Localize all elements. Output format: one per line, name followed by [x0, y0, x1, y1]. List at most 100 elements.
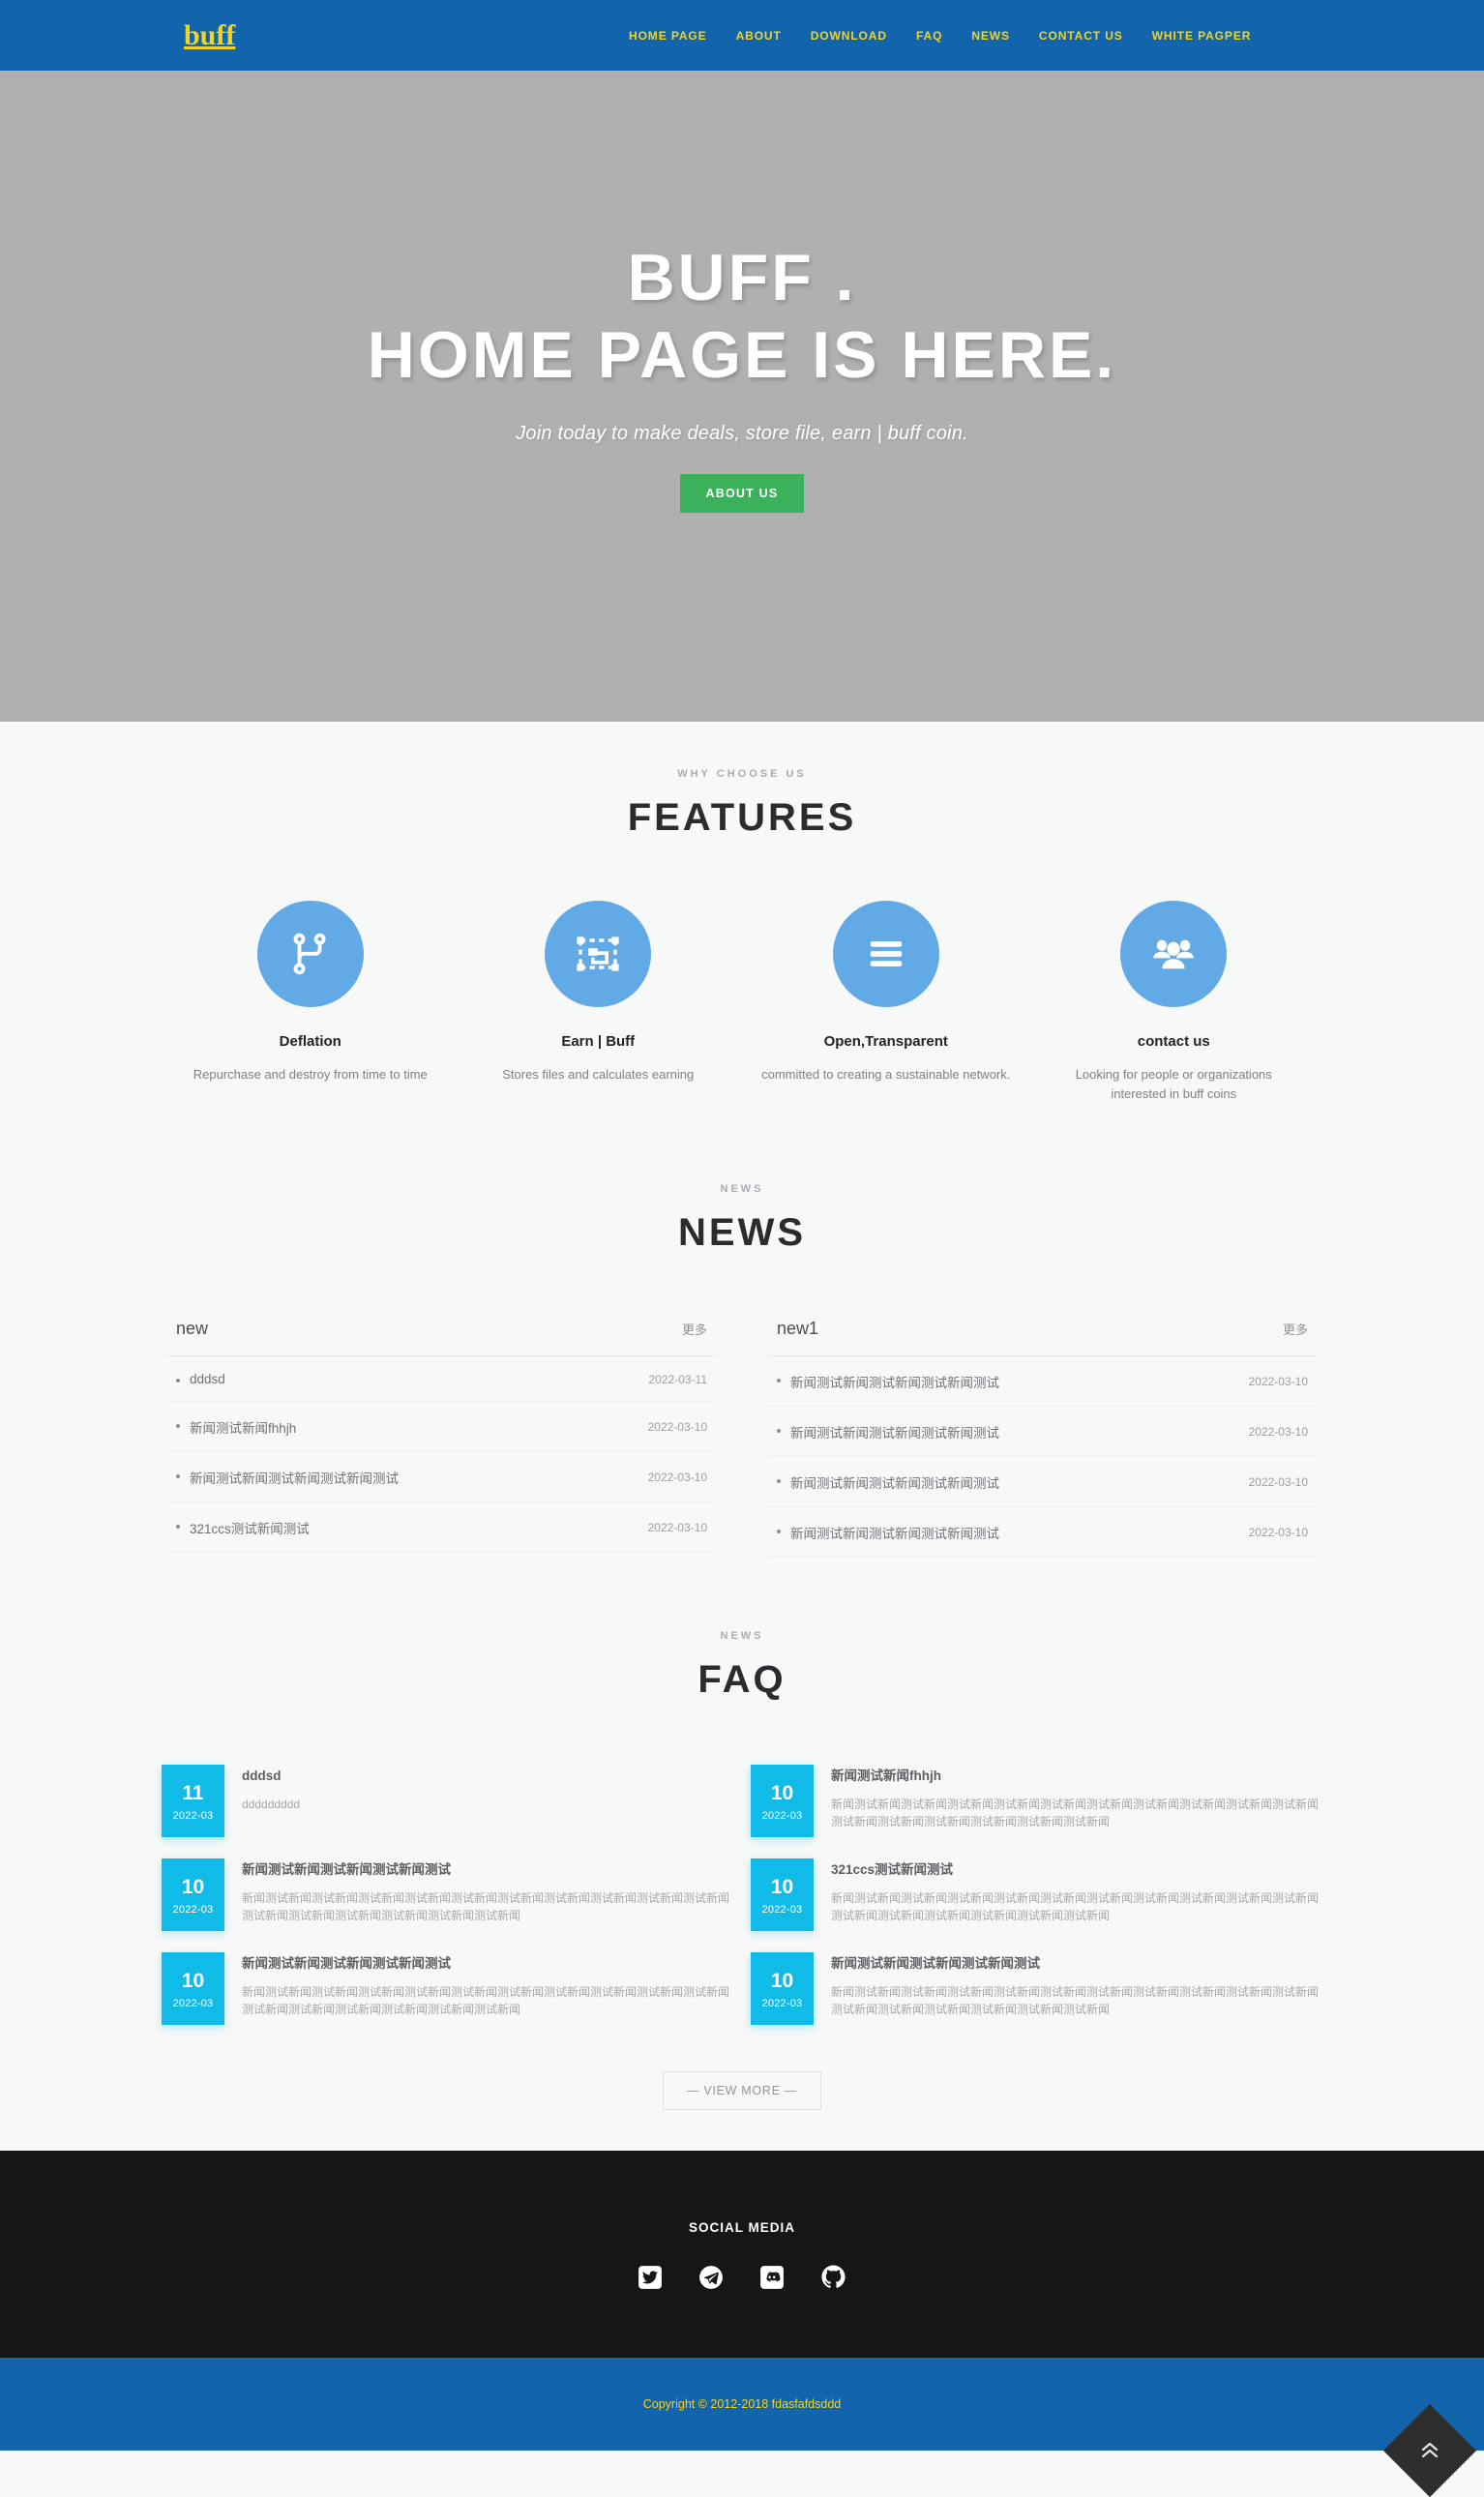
faq-card[interactable]: 10 2022-03 321ccs测试新闻测试 新闻测试新闻测试新闻测试新闻测试…	[751, 1858, 1322, 1932]
faq-date-month: 2022-03	[172, 1997, 214, 2009]
faq-card[interactable]: 10 2022-03 新闻测试新闻fhhjh 新闻测试新闻测试新闻测试新闻测试新…	[751, 1765, 1322, 1838]
feature-desc: Looking for people or organizations inte…	[1075, 1067, 1272, 1102]
feature-card-deflation[interactable]: Deflation Repurchase and destroy from ti…	[166, 901, 455, 1104]
features-list: Deflation Repurchase and destroy from ti…	[166, 901, 1318, 1104]
nav-link-about[interactable]: ABOUT	[722, 29, 796, 43]
faq-card-body: 新闻测试新闻测试新闻测试新闻测试 新闻测试新闻测试新闻测试新闻测试新闻测试新闻测…	[831, 1952, 1322, 2025]
nav-item-download[interactable]: DOWNLOAD	[796, 29, 902, 43]
social-links	[0, 2264, 1484, 2290]
twitter-icon[interactable]	[638, 2265, 663, 2290]
news-list-item[interactable]: 新闻测试新闻测试新闻测试新闻测试 2022-03-10	[767, 1507, 1318, 1559]
news-column-new: new 更多 dddsd 2022-03-11 新闻测试新闻fhhjh 2022…	[166, 1319, 717, 1558]
faq-card-desc: 新闻测试新闻测试新闻测试新闻测试新闻测试新闻测试新闻测试新闻测试新闻测试新闻测试…	[831, 1890, 1320, 1923]
faq-card[interactable]: 11 2022-03 dddsd ddddddddd	[162, 1765, 733, 1838]
copyright-bar: Copyright © 2012-2018 fdasfafdsddd	[0, 2358, 1484, 2497]
faq-card-desc: 新闻测试新闻测试新闻测试新闻测试新闻测试新闻测试新闻测试新闻测试新闻测试新闻测试…	[831, 1797, 1320, 1829]
faq-date-month: 2022-03	[761, 1903, 803, 1916]
brand-logo[interactable]: buff	[184, 20, 235, 50]
code-branch-icon	[256, 901, 364, 1007]
news-item-date: 2022-03-10	[647, 1521, 707, 1535]
feature-title: Deflation	[279, 1033, 341, 1050]
nav-link-white-pagper[interactable]: WHITE PAGPER	[1138, 29, 1266, 43]
feature-desc: committed to creating a sustainable netw…	[761, 1067, 1011, 1082]
news-item-text: 321ccs测试新闻测试	[176, 1518, 310, 1537]
news-more-link[interactable]: 更多	[682, 1320, 707, 1338]
site-footer: SOCIAL MEDIA	[0, 2151, 1484, 2359]
news-list-item[interactable]: 新闻测试新闻测试新闻测试新闻测试 2022-03-10	[767, 1407, 1318, 1458]
nav-item-news[interactable]: NEWS	[957, 29, 1024, 43]
news-list-item[interactable]: 321ccs测试新闻测试 2022-03-10	[166, 1502, 717, 1554]
faq-card-desc: 新闻测试新闻测试新闻测试新闻测试新闻测试新闻测试新闻测试新闻测试新闻测试新闻测试…	[242, 1890, 730, 1923]
nav-item-about[interactable]: ABOUT	[722, 29, 796, 43]
faq-card[interactable]: 10 2022-03 新闻测试新闻测试新闻测试新闻测试 新闻测试新闻测试新闻测试…	[751, 1952, 1322, 2026]
faq-eyebrow: NEWS	[720, 1630, 764, 1643]
feature-card-open-transparent[interactable]: Open,Transparent committed to creating a…	[742, 901, 1030, 1104]
news-item-date: 2022-03-10	[1248, 1475, 1308, 1490]
faq-date-day: 10	[181, 1969, 205, 1992]
faq-card[interactable]: 10 2022-03 新闻测试新闻测试新闻测试新闻测试 新闻测试新闻测试新闻测试…	[162, 1952, 733, 2026]
faq-card-title: 321ccs测试新闻测试	[831, 1862, 954, 1878]
faq-card-body: dddsd ddddddddd	[242, 1765, 733, 1837]
faq-card-body: 新闻测试新闻fhhjh 新闻测试新闻测试新闻测试新闻测试新闻测试新闻测试新闻测试…	[831, 1765, 1322, 1837]
nav-link-news[interactable]: NEWS	[957, 29, 1024, 43]
news-item-text: 新闻测试新闻测试新闻测试新闻测试	[777, 1523, 999, 1542]
news-list-item[interactable]: 新闻测试新闻测试新闻测试新闻测试 2022-03-10	[767, 1356, 1318, 1408]
news-item-date: 2022-03-11	[648, 1372, 708, 1386]
nav-link-contact-us[interactable]: CONTACT US	[1024, 29, 1138, 43]
news-column-title: new1	[777, 1319, 819, 1339]
nav-link-faq[interactable]: FAQ	[902, 29, 957, 43]
news-item-text: 新闻测试新闻测试新闻测试新闻测试	[777, 1472, 999, 1492]
faq-date-month: 2022-03	[172, 1809, 214, 1822]
nav-item-faq[interactable]: FAQ	[902, 29, 957, 43]
feature-card-earn-buff[interactable]: Earn | Buff Stores files and calculates …	[455, 901, 743, 1104]
news-item-date: 2022-03-10	[1248, 1526, 1308, 1540]
faq-card-desc: 新闻测试新闻测试新闻测试新闻测试新闻测试新闻测试新闻测试新闻测试新闻测试新闻测试…	[242, 1984, 730, 2017]
about-us-button[interactable]: ABOUT US	[679, 474, 805, 514]
hero-title: BUFF . HOME PAGE IS HERE.	[368, 240, 1116, 394]
faq-card-title: dddsd	[242, 1769, 282, 1784]
nav-item-white-pagper[interactable]: WHITE PAGPER	[1138, 29, 1266, 43]
nav-item-home-page[interactable]: HOME PAGE	[614, 29, 722, 43]
news-columns: new 更多 dddsd 2022-03-11 新闻测试新闻fhhjh 2022…	[166, 1319, 1318, 1559]
telegram-icon[interactable]	[698, 2265, 724, 2290]
faq-card-title: 新闻测试新闻fhhjh	[831, 1769, 941, 1784]
github-icon[interactable]	[820, 2264, 846, 2290]
feature-card-contact-us[interactable]: contact us Looking for people or organiz…	[1030, 901, 1319, 1104]
object-group-icon	[545, 901, 652, 1007]
news-list-item[interactable]: 新闻测试新闻测试新闻测试新闻测试 2022-03-10	[767, 1457, 1318, 1508]
faq-card-body: 新闻测试新闻测试新闻测试新闻测试 新闻测试新闻测试新闻测试新闻测试新闻测试新闻测…	[242, 1858, 733, 1931]
users-icon	[1120, 901, 1228, 1007]
news-heading: NEWS NEWS	[0, 1183, 1484, 1255]
faq-date-day: 11	[182, 1781, 204, 1804]
site-header: buff HOME PAGE ABOUT DOWNLOAD FAQ NEWS C…	[0, 0, 1484, 71]
view-more-button[interactable]: — VIEW MORE —	[663, 2071, 821, 2111]
news-column-title: new	[176, 1319, 209, 1339]
scroll-to-top-button[interactable]	[1382, 2404, 1477, 2497]
faq-card[interactable]: 10 2022-03 新闻测试新闻测试新闻测试新闻测试 新闻测试新闻测试新闻测试…	[162, 1858, 733, 1932]
news-item-text: 新闻测试新闻测试新闻测试新闻测试	[777, 1372, 999, 1391]
news-list: dddsd 2022-03-11 新闻测试新闻fhhjh 2022-03-10 …	[166, 1356, 717, 1554]
news-list-item[interactable]: 新闻测试新闻测试新闻测试新闻测试 2022-03-10	[166, 1452, 717, 1503]
news-list-item[interactable]: dddsd 2022-03-11	[166, 1356, 717, 1403]
faq-card-title: 新闻测试新闻测试新闻测试新闻测试	[242, 1956, 451, 1972]
faq-list: 11 2022-03 dddsd ddddddddd 10 2022-03 新闻…	[162, 1765, 1322, 2026]
nav-link-download[interactable]: DOWNLOAD	[796, 29, 902, 43]
nav-link-home-page[interactable]: HOME PAGE	[614, 29, 722, 43]
nav-item-contact-us[interactable]: CONTACT US	[1024, 29, 1138, 43]
faq-card-desc: ddddddddd	[242, 1797, 301, 1811]
news-list-item[interactable]: 新闻测试新闻fhhjh 2022-03-10	[166, 1402, 717, 1453]
faq-date-badge: 10 2022-03	[751, 1858, 814, 1932]
faq-date-day: 10	[770, 1969, 794, 1992]
hero-title-line-2: HOME PAGE IS HERE.	[367, 317, 1117, 392]
news-more-link[interactable]: 更多	[1283, 1320, 1308, 1338]
faq-date-badge: 10 2022-03	[162, 1952, 224, 2026]
features-eyebrow: WHY CHOOSE US	[677, 768, 807, 780]
faq-heading: NEWS FAQ	[0, 1630, 1484, 1702]
news-item-date: 2022-03-10	[647, 1471, 707, 1485]
faq-card-desc: 新闻测试新闻测试新闻测试新闻测试新闻测试新闻测试新闻测试新闻测试新闻测试新闻测试…	[831, 1984, 1320, 2017]
news-item-date: 2022-03-10	[1248, 1425, 1308, 1440]
faq-card-body: 321ccs测试新闻测试 新闻测试新闻测试新闻测试新闻测试新闻测试新闻测试新闻测…	[831, 1858, 1322, 1931]
discord-icon[interactable]	[759, 2265, 785, 2290]
faq-date-day: 10	[181, 1875, 205, 1898]
news-column-header: new1 更多	[767, 1319, 1318, 1357]
